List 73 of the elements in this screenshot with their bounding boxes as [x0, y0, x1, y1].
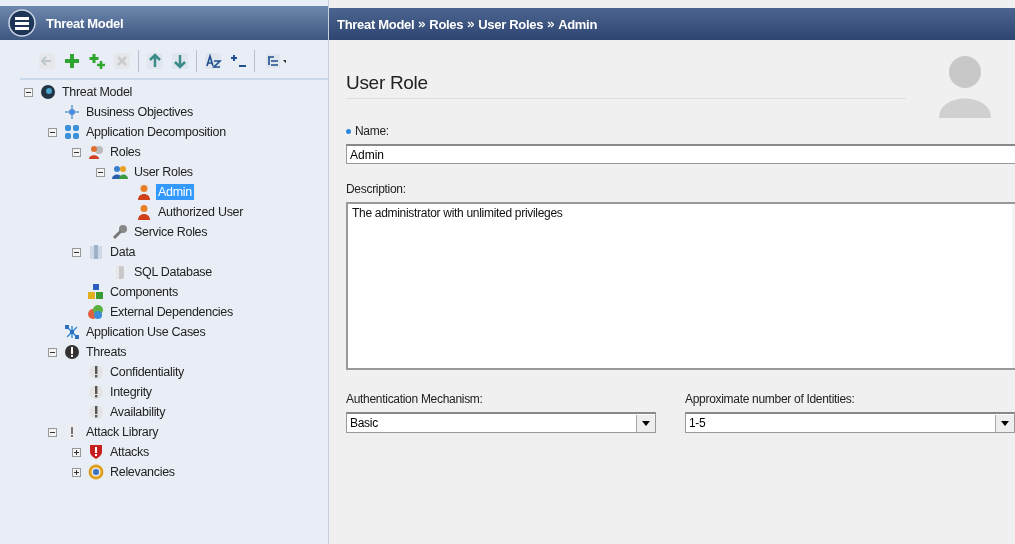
- warning-icon: [64, 344, 80, 360]
- tree-item[interactable]: Attack Library: [84, 424, 161, 440]
- sort-icon[interactable]: [204, 52, 222, 70]
- people-icon: [112, 164, 128, 180]
- crosshair-icon: [64, 104, 80, 120]
- plus-icon[interactable]: [63, 52, 81, 70]
- dropdown-arrow-icon: [1001, 420, 1009, 426]
- down-arrow-icon[interactable]: [171, 52, 189, 70]
- plus-small-icon[interactable]: [88, 52, 106, 70]
- identities-dropdown[interactable]: 1-5: [685, 412, 1015, 433]
- tree-item[interactable]: Relevancies: [108, 464, 177, 480]
- field-label: Name:: [355, 124, 389, 138]
- tree-item[interactable]: Authorized User: [156, 204, 246, 220]
- panel-title: Threat Model: [46, 15, 124, 31]
- chevron-icon: [467, 20, 475, 28]
- dropdown-arrow-icon: [642, 420, 650, 426]
- person-icon: [136, 184, 152, 200]
- description-field[interactable]: The administrator with unlimited privileges: [346, 202, 1015, 370]
- field-label: Description:: [346, 182, 406, 196]
- collapse-icon[interactable]: [72, 147, 81, 157]
- breadcrumb-item[interactable]: Threat Model: [337, 16, 415, 32]
- tree-item[interactable]: Threat Model: [60, 84, 135, 100]
- tree-item[interactable]: Data: [108, 244, 138, 260]
- expand-icon[interactable]: [72, 467, 81, 477]
- person-icon: [88, 144, 104, 160]
- warning-icon: [88, 404, 104, 420]
- warning-icon: [88, 384, 104, 400]
- cubes-icon: [88, 284, 104, 300]
- database-icon: [88, 244, 104, 260]
- tree-item[interactable]: Application Use Cases: [84, 324, 208, 340]
- collapse-icon[interactable]: [48, 347, 57, 357]
- tree-item[interactable]: Roles: [108, 144, 143, 160]
- warning-icon: [88, 364, 104, 380]
- collapse-icon[interactable]: [24, 87, 33, 97]
- breadcrumb-item[interactable]: Roles: [429, 16, 464, 32]
- plus-minus-icon[interactable]: [229, 52, 247, 70]
- grid-icon: [64, 124, 80, 140]
- name-field[interactable]: Admin: [346, 144, 1015, 164]
- chevron-icon: [418, 20, 426, 28]
- up-arrow-icon[interactable]: [146, 52, 164, 70]
- tree-item[interactable]: Application Decomposition: [84, 124, 228, 140]
- tree-item[interactable]: Threats: [84, 344, 129, 360]
- key-icon: [112, 224, 128, 240]
- section-heading: User Role: [346, 72, 428, 94]
- tree-item[interactable]: Service Roles: [132, 224, 210, 240]
- tree-item[interactable]: Attacks: [108, 444, 151, 460]
- tree-item[interactable]: User Roles: [132, 164, 195, 180]
- breadcrumb-item[interactable]: Admin: [558, 16, 598, 32]
- network-icon: [64, 324, 80, 340]
- tree-item[interactable]: Availability: [108, 404, 168, 420]
- field-label: Authentication Mechanism:: [346, 392, 483, 406]
- field-label: Approximate number of Identities:: [685, 392, 855, 406]
- tree-item[interactable]: External Dependencies: [108, 304, 235, 320]
- tree-item[interactable]: Business Objectives: [84, 104, 195, 120]
- shield-icon: [88, 444, 104, 460]
- tree-item[interactable]: SQL Database: [132, 264, 214, 280]
- collapse-icon[interactable]: [96, 167, 105, 177]
- collapse-icon[interactable]: [48, 127, 57, 137]
- collapse-icon[interactable]: [72, 247, 81, 257]
- breadcrumb-item[interactable]: User Roles: [478, 16, 544, 32]
- person-icon: [136, 204, 152, 220]
- chevron-icon: [547, 20, 555, 28]
- menu-icon[interactable]: [8, 9, 36, 37]
- spheres-icon: [88, 304, 104, 320]
- tree-item[interactable]: Confidentiality: [108, 364, 187, 380]
- collapse-icon[interactable]: [48, 427, 57, 437]
- tree-item[interactable]: Components: [108, 284, 180, 300]
- authentication-dropdown[interactable]: Basic: [346, 412, 656, 433]
- warning-icon: [64, 424, 80, 440]
- ring-icon: [88, 464, 104, 480]
- expand-icon[interactable]: [72, 447, 81, 457]
- tree-item[interactable]: Integrity: [108, 384, 154, 400]
- globe-icon: [40, 84, 56, 100]
